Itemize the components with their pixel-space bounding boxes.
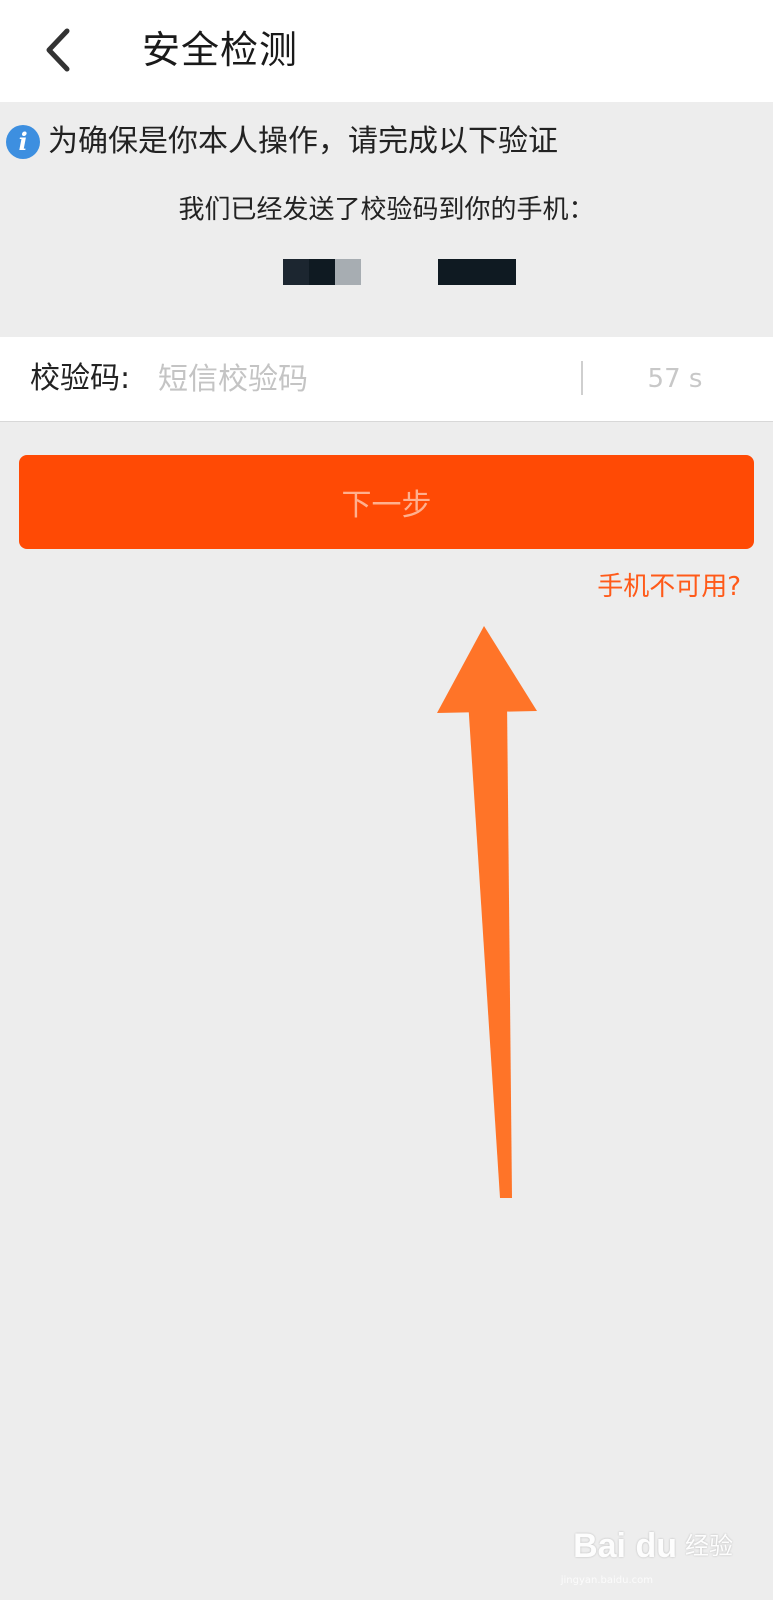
watermark-text: 经验 (685, 1532, 733, 1560)
masked-phone-number (438, 259, 516, 285)
verification-code-row: 校验码: 57 s (0, 337, 773, 422)
watermark-logo: Bai du (573, 1527, 677, 1565)
input-divider (581, 361, 583, 395)
masked-phone-number (335, 259, 361, 285)
security-check-screen: 安全检测 i 为确保是你本人操作，请完成以下验证 我们已经发送了校验码到你的手机… (0, 0, 773, 1600)
code-label: 校验码: (30, 361, 131, 396)
verification-notice: i 为确保是你本人操作，请完成以下验证 (6, 120, 558, 164)
masked-phone-number (283, 259, 309, 285)
masked-phone-number (309, 259, 335, 285)
info-icon: i (6, 125, 40, 159)
sms-code-input[interactable] (158, 355, 558, 403)
chevron-left-icon (46, 28, 70, 72)
baidu-jingyan-watermark: Bai du 经验 (573, 1526, 733, 1566)
annotation-arrow (437, 626, 537, 1198)
arrow-head (437, 626, 537, 713)
resend-countdown: 57 s (647, 364, 703, 394)
notice-text: 为确保是你本人操作，请完成以下验证 (48, 124, 558, 159)
back-button[interactable] (30, 22, 86, 78)
code-sent-message: 我们已经发送了校验码到你的手机： (178, 195, 595, 225)
phone-unavailable-link[interactable]: 手机不可用? (597, 567, 741, 607)
arrow-shaft (468, 700, 512, 1198)
header-bar: 安全检测 (0, 0, 773, 102)
watermark-url: jingyan.baidu.com (560, 1575, 653, 1586)
next-step-button[interactable]: 下一步 (19, 455, 754, 549)
page-title: 安全检测 (142, 28, 299, 72)
